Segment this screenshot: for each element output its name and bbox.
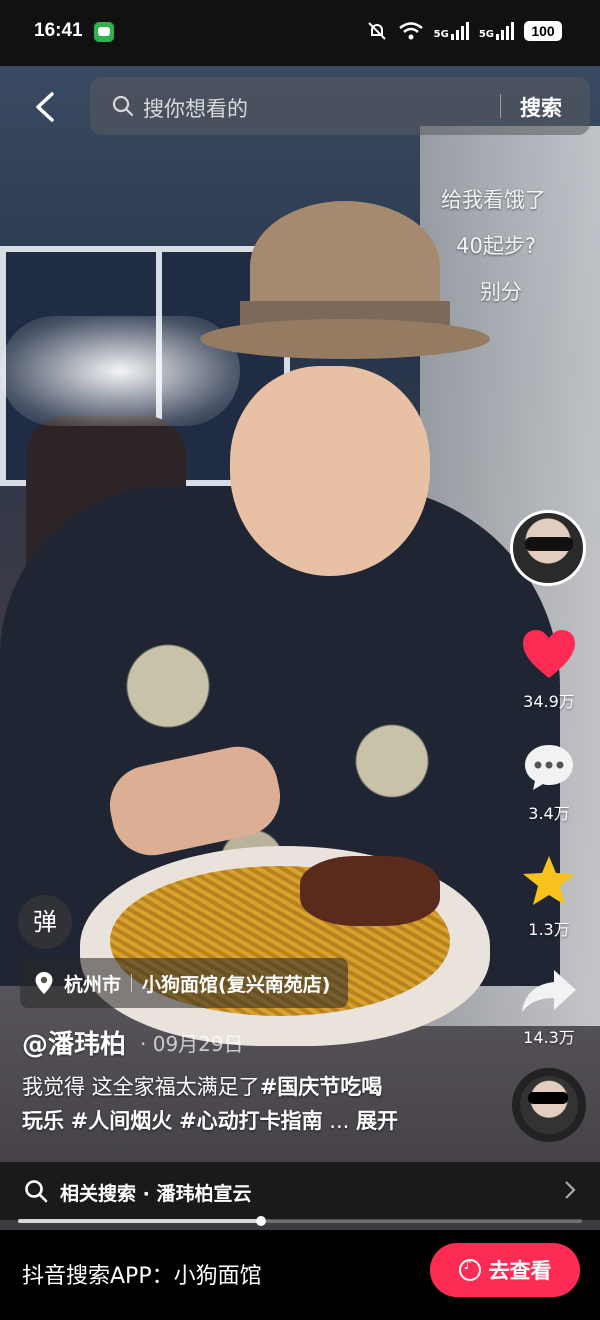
comment-button[interactable]: 3.4万 [516, 742, 582, 824]
location-city: 杭州市 [64, 973, 122, 996]
video-person-face [230, 366, 430, 576]
music-disc[interactable] [512, 1068, 586, 1142]
message-notification-icon [94, 22, 114, 42]
post-date: · 09月29日 [140, 1032, 244, 1056]
video-progress-fill [18, 1219, 261, 1223]
video-caption-1: 给我看饿了 [441, 188, 546, 212]
banner-text: 抖音搜索APP：小狗面馆 [22, 1264, 262, 1289]
like-button[interactable]: 34.9万 [516, 628, 582, 712]
signal-1: 5G [434, 22, 469, 40]
location-chip[interactable]: 杭州市 小狗面馆(复兴南苑店) [20, 958, 349, 1008]
network-label-2: 5G [478, 29, 494, 40]
favorite-button[interactable]: 1.3万 [516, 854, 582, 940]
comment-count: 3.4万 [528, 804, 570, 823]
hashtag-national-day-cont[interactable]: 玩乐 [22, 1109, 64, 1133]
search-icon [25, 1180, 48, 1203]
signal-bars-icon [450, 22, 469, 40]
video-caption-2: 40起步? [456, 234, 536, 258]
hashtag-daily-life[interactable]: #人间烟火 [71, 1109, 173, 1133]
location-pin-icon [35, 972, 53, 994]
network-label-1: 5G [433, 29, 449, 40]
share-arrow-icon [522, 970, 576, 1012]
search-bar[interactable]: 搜你想看的 搜索 [90, 77, 590, 135]
related-search-text: 相关搜索 · 潘玮柏宣云 [60, 1183, 252, 1205]
search-button[interactable]: 搜索 [520, 92, 562, 122]
video-progress-bar[interactable] [18, 1216, 582, 1226]
description-text: 我觉得 这全家福太满足了 [22, 1075, 260, 1099]
search-divider [500, 94, 501, 118]
post-description: 我觉得 这全家福太满足了#国庆节吃喝 玩乐 #人间烟火 #心动打卡指南 ... … [22, 1070, 492, 1138]
video-caption-3: 别分 [480, 280, 522, 304]
search-input[interactable]: 搜你想看的 [143, 93, 248, 123]
douyin-logo-icon [458, 1258, 481, 1281]
hashtag-national-day[interactable]: #国庆节吃喝 [260, 1075, 383, 1099]
expand-button[interactable]: 展开 [356, 1109, 398, 1133]
signal-bars-icon [496, 22, 514, 40]
status-bar: 16:41 5G 5G 100 [0, 0, 600, 66]
bottom-search-banner[interactable]: 抖音搜索APP：小狗面馆 去查看 [0, 1230, 600, 1320]
heart-icon [523, 630, 575, 678]
location-separator [131, 974, 133, 992]
video-progress-handle[interactable] [255, 1216, 266, 1226]
signal-2: 5G [479, 22, 514, 40]
location-place: 小狗面馆(复兴南苑店) [142, 973, 331, 996]
description-ellipsis: ... [329, 1109, 350, 1133]
author-name[interactable]: @潘玮柏 [22, 1024, 126, 1061]
video-person-hat [200, 201, 490, 361]
search-icon [112, 95, 134, 117]
related-search-bar[interactable]: 相关搜索 · 潘玮柏宣云 [0, 1162, 600, 1220]
comment-bubble-icon [525, 745, 573, 790]
back-arrow-icon[interactable] [32, 92, 60, 122]
share-count: 14.3万 [523, 1028, 575, 1047]
go-view-label: 去查看 [488, 1259, 552, 1283]
hashtag-checkin-guide[interactable]: #心动打卡指南 [179, 1109, 323, 1133]
video-beef [300, 856, 440, 926]
status-time: 16:41 [34, 20, 83, 41]
status-indicators: 5G 5G 100 [366, 20, 562, 42]
mute-bell-icon [367, 22, 386, 40]
go-view-button[interactable]: 去查看 [430, 1243, 580, 1297]
author-avatar[interactable] [510, 510, 586, 586]
wifi-icon [398, 22, 423, 40]
battery-indicator: 100 [524, 21, 562, 41]
danmu-toggle-button[interactable]: 弹 [18, 895, 72, 949]
like-count: 34.9万 [523, 692, 575, 711]
share-button[interactable]: 14.3万 [516, 966, 582, 1048]
favorite-count: 1.3万 [528, 920, 570, 939]
star-icon [523, 856, 575, 905]
chevron-right-icon [565, 1181, 576, 1199]
